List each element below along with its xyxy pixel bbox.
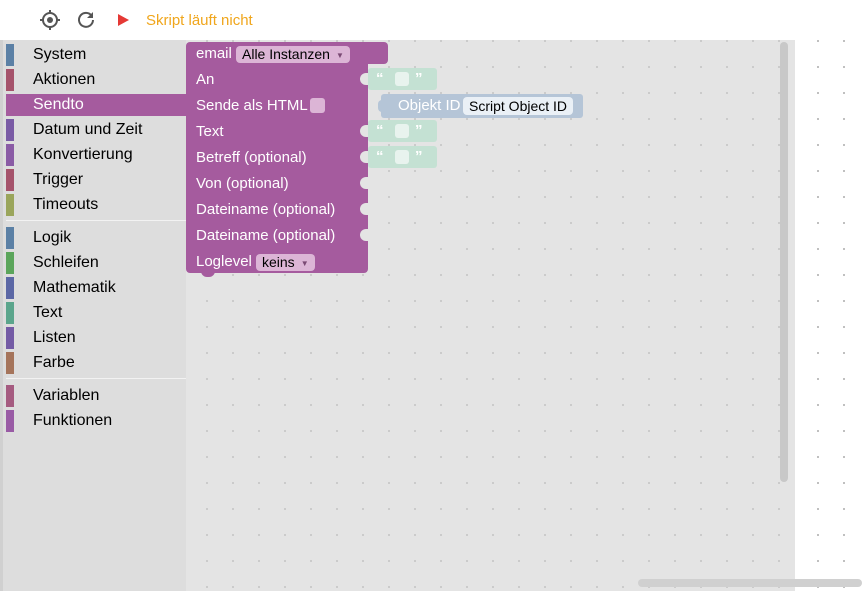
category-label: Text [33,304,63,321]
horizontal-scrollbar[interactable] [638,579,862,587]
play-icon[interactable] [112,9,134,31]
category-label: Logik [33,229,72,246]
category-color-bar [6,119,14,141]
object-id-value[interactable]: Script Object ID [463,97,574,115]
close-quote: ” [415,148,423,165]
crosshair-icon[interactable] [39,9,61,31]
category-color-bar [6,169,14,191]
category-schleifen[interactable]: Schleifen [6,252,186,274]
category-color-bar [6,227,14,249]
instance-dropdown[interactable]: Alle Instanzen ▼ [236,46,350,63]
from-label: Von (optional) [196,175,289,192]
open-quote: “ [376,122,384,139]
category-variablen[interactable]: Variablen [6,385,186,407]
open-quote: “ [376,70,384,87]
category-label: Timeouts [33,196,99,213]
category-label: Listen [33,329,76,346]
close-quote: ” [415,70,423,87]
text-block-an[interactable]: “ ” [368,68,437,90]
dropdown-arrow-icon: ▼ [300,258,309,268]
category-label: Variablen [33,387,100,404]
input-notch [360,203,369,215]
refresh-icon[interactable] [75,9,97,31]
category-funktionen[interactable]: Funktionen [6,410,186,432]
toolbox-separator [6,220,186,221]
category-color-bar [6,94,14,116]
output-plug [378,100,384,112]
filename-label-1: Dateiname (optional) [196,201,336,218]
category-farbe[interactable]: Farbe [6,352,186,374]
category-listen[interactable]: Listen [6,327,186,349]
category-label: Schleifen [33,254,99,271]
category-label: Mathematik [33,279,116,296]
html-label: Sende als HTML [196,97,308,114]
category-system[interactable]: System [6,44,186,66]
category-label: Farbe [33,354,75,371]
category-logik[interactable]: Logik [6,227,186,249]
category-color-bar [6,194,14,216]
text-block-subject[interactable]: “ ” [368,146,437,168]
subject-label: Betreff (optional) [196,149,307,166]
open-quote: “ [376,148,384,165]
text-field[interactable] [395,72,409,86]
dropdown-arrow-icon: ▼ [335,50,344,60]
html-checkbox[interactable] [310,98,325,113]
category-label: Konvertierung [33,146,133,163]
category-color-bar [6,385,14,407]
text-field[interactable] [395,124,409,138]
category-timeouts[interactable]: Timeouts [6,194,186,216]
category-color-bar [6,44,14,66]
category-aktionen[interactable]: Aktionen [6,69,186,91]
category-color-bar [6,410,14,432]
category-label: Sendto [33,96,84,113]
category-color-bar [6,252,14,274]
category-label: System [33,46,87,63]
text-label: Text [196,123,224,140]
category-trigger[interactable]: Trigger [6,169,186,191]
instance-value: Alle Instanzen [242,46,330,62]
script-status: Skript läuft nicht [146,12,253,29]
category-label: Funktionen [33,412,113,429]
category-color-bar [6,144,14,166]
object-id-label: Objekt ID [398,97,461,114]
vertical-scrollbar[interactable] [780,42,788,482]
category-datum-und-zeit[interactable]: Datum und Zeit [6,119,186,141]
category-color-bar [6,352,14,374]
category-mathematik[interactable]: Mathematik [6,277,186,299]
loglevel-label: Loglevel [196,253,252,270]
text-field[interactable] [395,150,409,164]
input-notch [360,229,369,241]
category-color-bar [6,327,14,349]
category-label: Aktionen [33,71,96,88]
loglevel-dropdown[interactable]: keins ▼ [256,254,315,271]
toolbar: Skript läuft nicht [0,0,862,41]
category-sendto[interactable]: Sendto [6,94,186,116]
workspace-margin [795,40,862,591]
loglevel-value: keins [262,254,295,270]
category-color-bar [6,277,14,299]
category-color-bar [6,302,14,324]
category-color-bar [6,69,14,91]
filename-label-2: Dateiname (optional) [196,227,336,244]
category-text[interactable]: Text [6,302,186,324]
text-block-text[interactable]: “ ” [368,120,437,142]
email-block-header [357,42,388,64]
category-label: Datum und Zeit [33,121,143,138]
an-label: An [196,71,215,88]
object-id-block[interactable]: Objekt ID Script Object ID [378,94,583,118]
email-label: email [196,45,232,62]
toolbox-edge [0,40,3,591]
close-quote: ” [415,122,423,139]
category-konvertierung[interactable]: Konvertierung [6,144,186,166]
toolbox-separator [6,378,186,379]
input-notch [360,177,369,189]
category-label: Trigger [33,171,84,188]
